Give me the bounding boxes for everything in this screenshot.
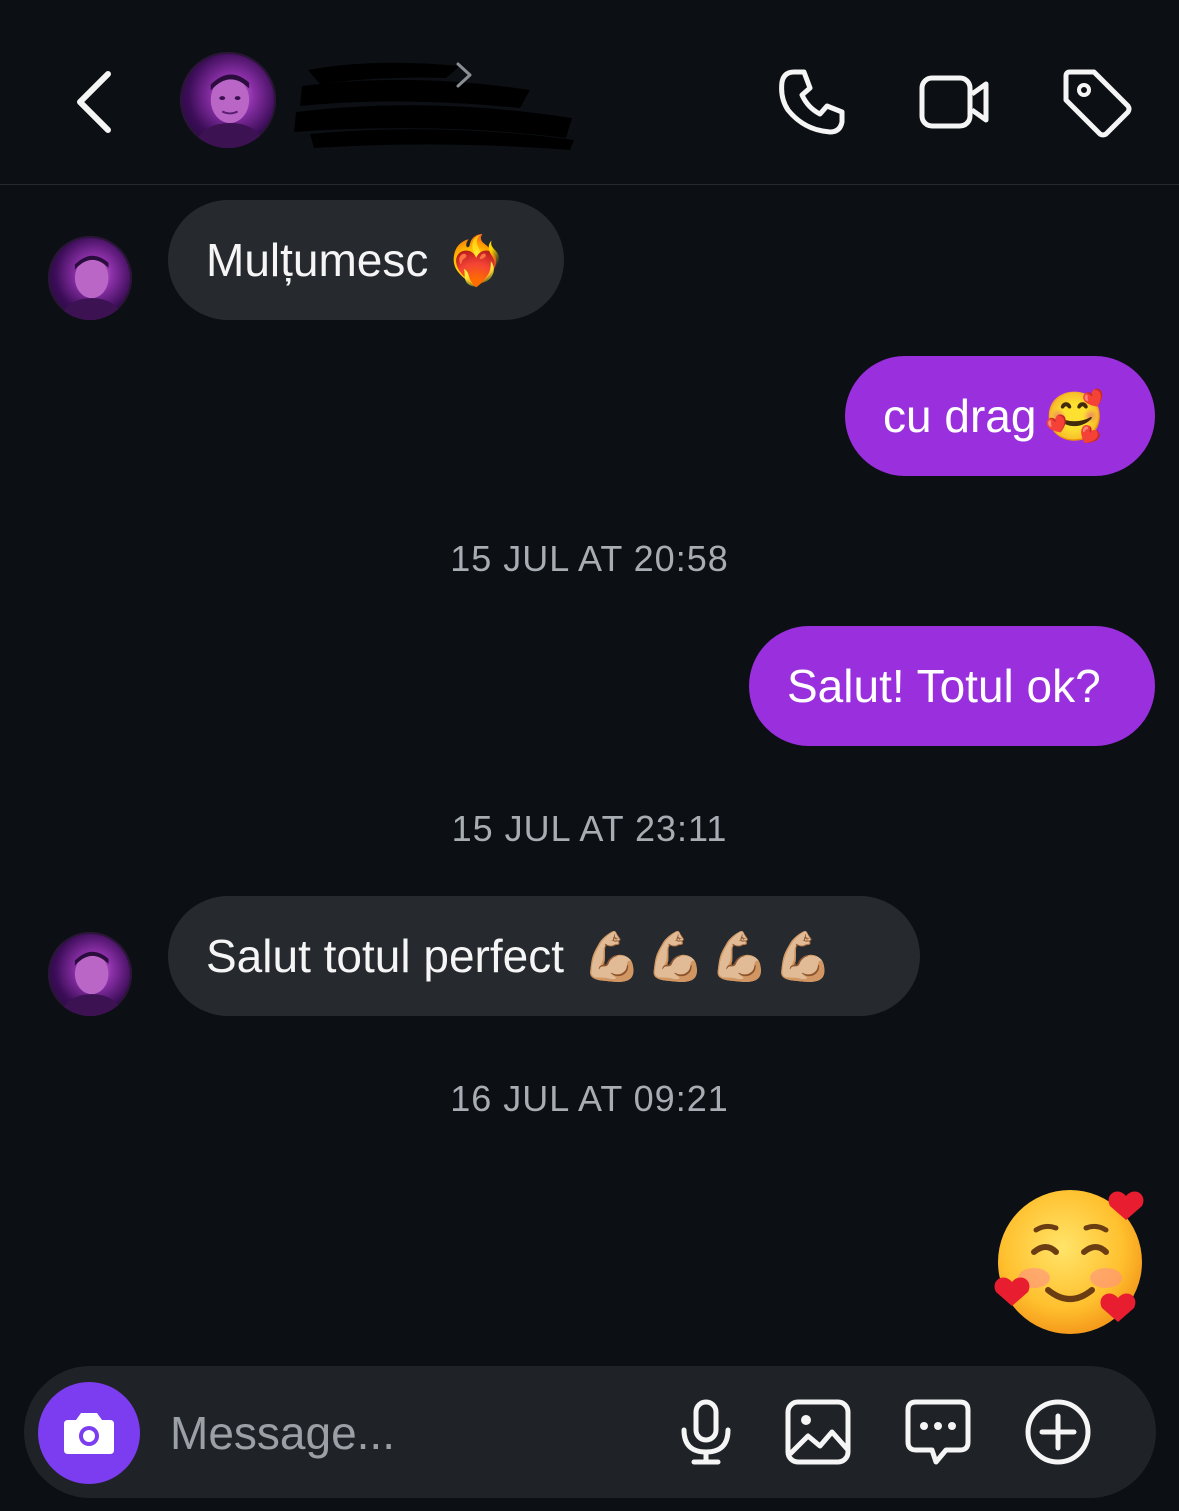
video-camera-icon	[919, 75, 989, 129]
message-timestamp: 16 JUL AT 09:21	[450, 1078, 729, 1119]
profile-photo	[59, 255, 124, 320]
message-text: Salut! Totul ok?	[787, 660, 1101, 712]
message-text: Salut totul perfect	[206, 930, 564, 982]
large-emoji-message[interactable]: 🥰	[990, 1186, 1150, 1342]
tag-button[interactable]	[1058, 64, 1134, 140]
phone-icon	[779, 69, 845, 135]
back-button[interactable]	[64, 62, 128, 142]
message-timestamp: 15 JUL AT 20:58	[450, 538, 729, 579]
heart-on-fire-emoji: ❤️‍🔥	[446, 232, 507, 289]
gallery-button[interactable]	[782, 1396, 854, 1468]
plus-circle-icon	[1025, 1399, 1091, 1465]
gallery-icon	[785, 1399, 851, 1465]
more-options-button[interactable]	[1022, 1396, 1094, 1468]
microphone-icon	[681, 1399, 731, 1465]
camera-icon	[64, 1413, 114, 1454]
video-call-button[interactable]	[916, 64, 992, 140]
profile-photo	[193, 74, 267, 148]
incoming-message-bubble[interactable]: Salut totul perfect 💪🏼💪🏼💪🏼💪🏼	[168, 896, 920, 1016]
flexed-biceps-emoji: 💪🏼💪🏼💪🏼💪🏼	[581, 928, 838, 985]
message-input[interactable]	[170, 1402, 640, 1464]
sender-avatar[interactable]	[48, 932, 132, 1016]
voice-message-button[interactable]	[670, 1396, 742, 1468]
redaction-scribble	[294, 62, 574, 150]
message-text: Mulțumesc	[206, 234, 429, 286]
profile-photo	[59, 951, 124, 1016]
chevron-left-icon	[77, 71, 111, 133]
smiling-face-with-hearts-emoji: 🥰	[1044, 388, 1105, 445]
contact-avatar[interactable]	[180, 52, 276, 148]
tag-icon	[1063, 69, 1132, 138]
chat-header	[0, 0, 1179, 185]
message-timestamp: 15 JUL AT 23:11	[451, 808, 728, 849]
message-text: cu drag	[883, 390, 1037, 442]
contact-name-redacted[interactable]	[290, 56, 580, 152]
incoming-message-bubble[interactable]: Mulțumesc ❤️‍🔥	[168, 200, 564, 320]
audio-call-button[interactable]	[774, 64, 850, 140]
smiling-face-with-hearts-emoji	[994, 1190, 1144, 1334]
outgoing-message-bubble[interactable]: cu drag 🥰	[845, 356, 1155, 476]
sticker-chat-icon	[905, 1399, 971, 1465]
chevron-right-icon	[456, 62, 472, 88]
outgoing-message-bubble[interactable]: Salut! Totul ok?	[749, 626, 1155, 746]
camera-button[interactable]	[38, 1382, 140, 1484]
sticker-button[interactable]	[902, 1396, 974, 1468]
message-composer	[24, 1366, 1156, 1498]
sender-avatar[interactable]	[48, 236, 132, 320]
